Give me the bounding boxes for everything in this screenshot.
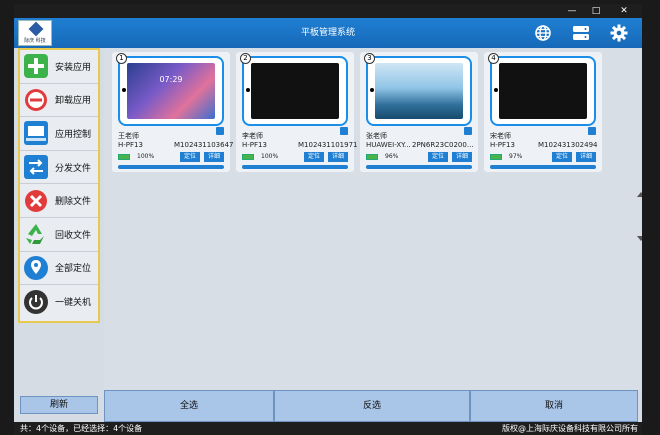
maximize-button[interactable]: □: [586, 4, 606, 18]
sidebar-item-install[interactable]: 安装应用: [20, 50, 98, 84]
device-serial: M102431302494: [538, 141, 598, 149]
tablet-frame: 07:29: [118, 56, 224, 126]
device-owner: 宋老师: [490, 132, 511, 140]
action-sidebar: 安装应用 卸载应用 应用控制 分发文件 删除文件 回收文件 全部定位 一键关机: [18, 48, 100, 323]
battery-icon: [366, 154, 378, 160]
battery-level: 100%: [261, 153, 279, 160]
refresh-button[interactable]: 刷新: [20, 396, 98, 414]
details-button[interactable]: 详细: [204, 152, 224, 162]
globe-icon[interactable]: [534, 24, 552, 42]
cancel-button[interactable]: 取消: [470, 390, 638, 422]
sidebar-item-label: 一键关机: [55, 298, 92, 309]
selection-bar: [242, 165, 348, 169]
scroll-down-arrow[interactable]: [637, 236, 642, 241]
device-model: HUAWEI-XY...: [366, 141, 411, 149]
invert-selection-button[interactable]: 反选: [274, 390, 470, 422]
battery-icon: [118, 154, 130, 160]
device-card[interactable]: 4 宋老师 H-PF13 M102431302494 97% 定位 详细: [484, 52, 602, 172]
selection-bar: [118, 165, 224, 169]
close-button[interactable]: ✕: [614, 4, 634, 18]
app-window: — □ ✕ 际庆 科技 平板管理系统 安装应用 卸载应用 应用控制 分发文件 删…: [14, 4, 642, 435]
locate-button[interactable]: 定位: [180, 152, 200, 162]
device-checkbox[interactable]: [216, 127, 224, 135]
sidebar-item-recycle[interactable]: 回收文件: [20, 218, 98, 252]
screen-clock: 07:29: [159, 75, 183, 84]
device-checkbox[interactable]: [340, 127, 348, 135]
monitor-control-icon: [24, 121, 48, 146]
gear-icon[interactable]: [610, 24, 628, 42]
battery-level: 96%: [385, 153, 399, 160]
selection-bar: [490, 165, 596, 169]
battery-icon: [490, 154, 502, 160]
power-icon: [24, 289, 48, 314]
select-all-button[interactable]: 全选: [104, 390, 274, 422]
device-serial: M102431103647: [174, 141, 234, 149]
device-serial: 2PN6R23C0200...: [412, 141, 474, 149]
battery-icon: [242, 154, 254, 160]
minimize-button[interactable]: —: [562, 4, 582, 18]
recycle-icon: [26, 224, 44, 245]
tablet-frame: [366, 56, 472, 126]
sidebar-item-shutdown[interactable]: 一键关机: [20, 285, 98, 319]
device-number: 4: [488, 53, 499, 64]
device-count-status: 共：4个设备，已经选择：4个设备: [20, 424, 143, 433]
tablet-frame: [490, 56, 596, 126]
sidebar-item-label: 回收文件: [55, 230, 92, 241]
device-number: 3: [364, 53, 375, 64]
sidebar-item-label: 卸载应用: [55, 96, 92, 107]
device-card[interactable]: 3 张老师 HUAWEI-XY... 2PN6R23C0200... 96% 定…: [360, 52, 478, 172]
device-serial: M102431101971: [298, 141, 358, 149]
device-checkbox[interactable]: [464, 127, 472, 135]
transfer-arrows-icon: [24, 155, 48, 180]
tablet-screen: [251, 63, 339, 119]
app-header: 际庆 科技 平板管理系统: [14, 18, 642, 48]
sidebar-item-delete[interactable]: 删除文件: [20, 184, 98, 218]
sidebar-item-uninstall[interactable]: 卸载应用: [20, 84, 98, 118]
tablet-frame: [242, 56, 348, 126]
battery-level: 97%: [509, 153, 523, 160]
device-card[interactable]: 07:29 1 王老师 H-PF13 M102431103647 100% 定位…: [112, 52, 234, 172]
device-checkbox[interactable]: [588, 127, 596, 135]
sidebar-item-distribute[interactable]: 分发文件: [20, 151, 98, 185]
locate-button[interactable]: 定位: [428, 152, 448, 162]
status-bar: 共：4个设备，已经选择：4个设备 版权@上海际庆设备科技有限公司所有: [14, 422, 642, 435]
battery-level: 100%: [137, 153, 155, 160]
device-model: H-PF13: [118, 141, 143, 149]
sidebar-item-label: 安装应用: [55, 62, 92, 73]
location-pin-icon: [24, 255, 48, 280]
minus-circle-icon: [25, 88, 47, 111]
copyright-text: 版权@上海际庆设备科技有限公司所有: [502, 424, 638, 433]
tablet-screen: [499, 63, 587, 119]
device-card[interactable]: 2 李老师 H-PF13 M102431101971 100% 定位 详细: [236, 52, 358, 172]
sidebar-item-label: 全部定位: [55, 264, 92, 275]
server-icon[interactable]: [572, 24, 590, 42]
device-number: 1: [116, 53, 127, 64]
plus-circle-icon: [24, 54, 48, 79]
delete-x-icon: [25, 189, 47, 212]
sidebar-item-label: 分发文件: [55, 163, 92, 174]
sidebar-item-app-control[interactable]: 应用控制: [20, 117, 98, 151]
device-owner: 张老师: [366, 132, 387, 140]
tablet-screen: [375, 63, 463, 119]
title-bar: — □ ✕: [14, 4, 642, 18]
device-owner: 李老师: [242, 132, 263, 140]
device-number: 2: [240, 53, 251, 64]
device-grid: 07:29 1 王老师 H-PF13 M102431103647 100% 定位…: [104, 48, 642, 390]
selection-bar: [366, 165, 472, 169]
locate-button[interactable]: 定位: [552, 152, 572, 162]
sidebar-item-label: 应用控制: [55, 129, 92, 140]
details-button[interactable]: 详细: [452, 152, 472, 162]
details-button[interactable]: 详细: [328, 152, 348, 162]
sidebar-item-label: 删除文件: [55, 197, 92, 208]
device-model: H-PF13: [490, 141, 515, 149]
device-model: H-PF13: [242, 141, 267, 149]
details-button[interactable]: 详细: [576, 152, 596, 162]
locate-button[interactable]: 定位: [304, 152, 324, 162]
tablet-screen: 07:29: [127, 63, 215, 119]
scroll-up-arrow[interactable]: [637, 192, 642, 197]
device-owner: 王老师: [118, 132, 139, 140]
sidebar-item-locate-all[interactable]: 全部定位: [20, 252, 98, 286]
